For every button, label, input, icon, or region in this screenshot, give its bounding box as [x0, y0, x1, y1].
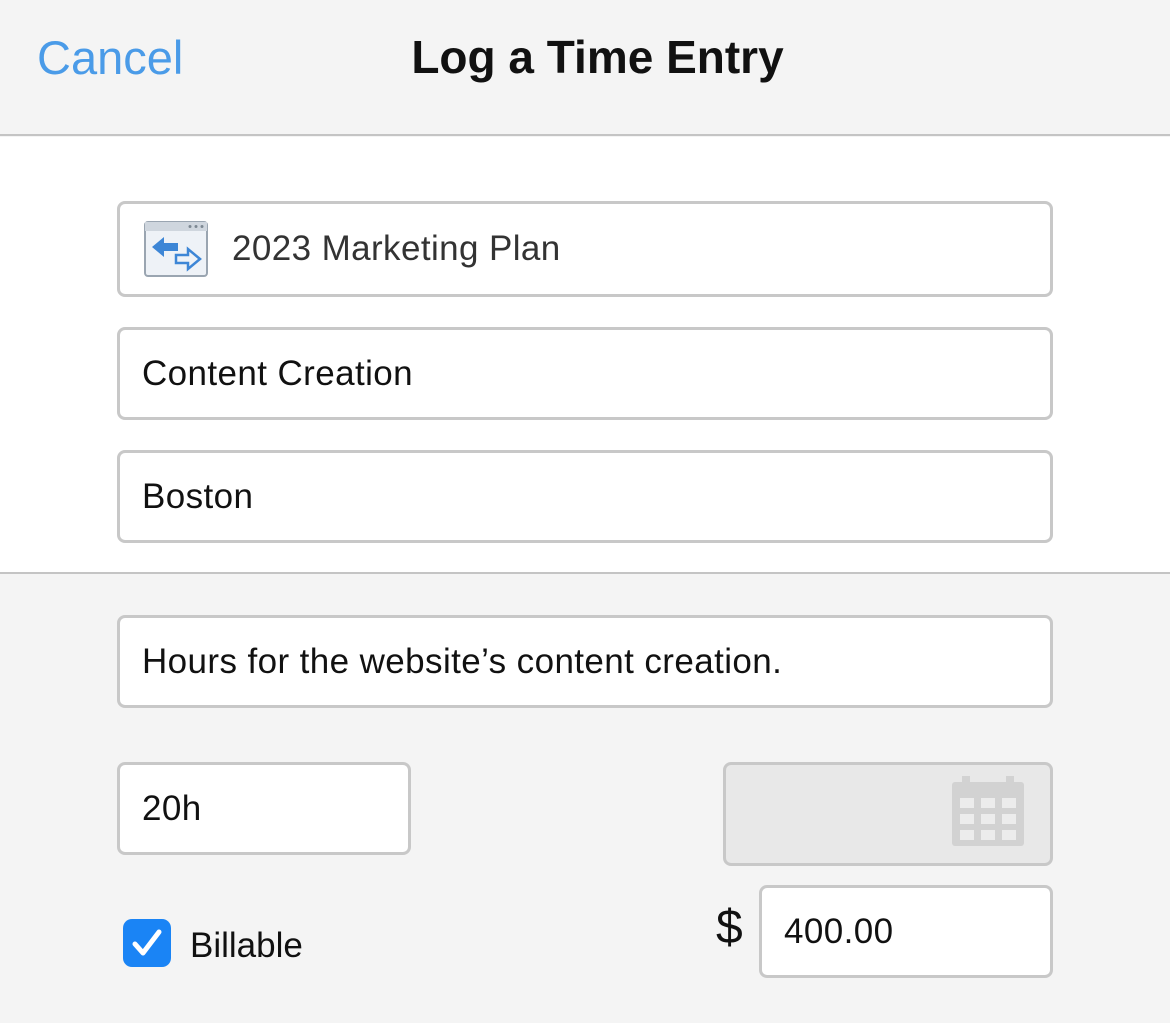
project-name: 2023 Marketing Plan — [232, 229, 561, 268]
checkmark-icon — [132, 929, 162, 956]
location-field[interactable]: Boston — [117, 450, 1053, 543]
hours-field[interactable]: 20h — [117, 762, 411, 855]
date-field[interactable] — [723, 762, 1053, 866]
page-title: Log a Time Entry — [411, 31, 784, 83]
amount-field[interactable]: 400.00 — [759, 885, 1053, 978]
task-field[interactable]: Content Creation — [117, 327, 1053, 420]
billable-checkbox[interactable] — [123, 919, 171, 967]
billable-label: Billable — [190, 926, 303, 965]
header-bar: Cancel Log a Time Entry — [0, 0, 1170, 136]
project-field[interactable]: 2023 Marketing Plan — [117, 201, 1053, 297]
project-icon — [144, 221, 208, 277]
notes-field[interactable]: Hours for the website’s content creation… — [117, 615, 1053, 708]
currency-symbol: $ — [716, 901, 743, 954]
calendar-icon — [950, 776, 1026, 848]
